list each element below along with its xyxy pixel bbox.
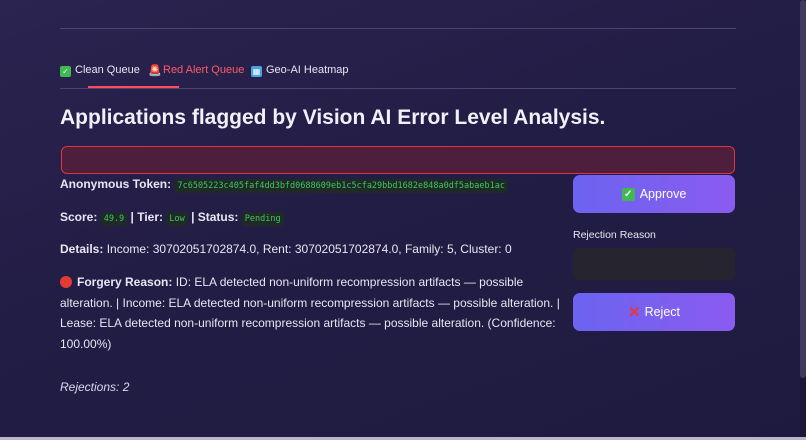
scrollbar-thumb[interactable] (800, 0, 806, 378)
tab-label: Geo-AI Heatmap (266, 64, 349, 76)
token-row: Anonymous Token: 7c6505223c405faf4dd3bfd… (60, 177, 508, 193)
tab-clean-queue[interactable]: ✓ Clean Queue (60, 64, 140, 77)
tab-label: Red Alert Queue (163, 64, 245, 76)
token-label: Anonymous Token: (60, 177, 172, 191)
details-value: Income: 30702051702874.0, Rent: 30702051… (106, 242, 512, 256)
reject-label: Reject (644, 305, 680, 319)
status-label: | Status: (191, 210, 239, 224)
forgery-reason: Forgery Reason: ID: ELA detected non-uni… (60, 272, 560, 354)
rejection-reason-label: Rejection Reason (573, 229, 656, 241)
score-label: Score: (60, 210, 98, 224)
token-value: 7c6505223c405faf4dd3bfd0688609eb1c5cfa29… (174, 179, 508, 193)
status-value: Pending (241, 212, 284, 226)
scrollbar-track[interactable] (800, 0, 806, 440)
details-row: Details: Income: 30702051702874.0, Rent:… (60, 242, 512, 256)
rejection-reason-input[interactable] (573, 248, 735, 280)
check-icon: ✓ (60, 66, 71, 77)
score-value: 49.9 (100, 212, 128, 226)
check-icon: ✓ (621, 187, 635, 201)
page-title: Applications flagged by Vision AI Error … (60, 106, 606, 129)
approve-button[interactable]: ✓ Approve (573, 175, 735, 213)
rejections-count: Rejections: 2 (60, 380, 130, 394)
red-circle-icon (60, 276, 72, 288)
tab-red-alert-queue[interactable]: 🚨Red Alert Queue (148, 64, 244, 77)
siren-icon: 🚨 (148, 65, 162, 77)
tab-bar: ✓ Clean Queue 🚨Red Alert Queue ▦ Geo-AI He… (60, 60, 736, 89)
tab-geo-ai-heatmap[interactable]: ▦ Geo-AI Heatmap (251, 64, 349, 77)
approve-label: Approve (639, 187, 687, 201)
top-divider (60, 28, 736, 29)
reject-button[interactable]: ✕ Reject (573, 293, 735, 331)
score-row: Score: 49.9 | Tier: Low | Status: Pendin… (60, 210, 284, 226)
tier-value: Low (166, 212, 188, 226)
active-tab-indicator (88, 86, 179, 88)
forgery-label: Forgery Reason: (77, 275, 173, 289)
details-label: Details: (60, 242, 104, 256)
tab-label: Clean Queue (75, 64, 140, 76)
alert-banner (61, 146, 735, 174)
map-icon: ▦ (251, 66, 262, 77)
cross-icon: ✕ (627, 304, 641, 321)
tier-label: | Tier: (130, 210, 164, 224)
